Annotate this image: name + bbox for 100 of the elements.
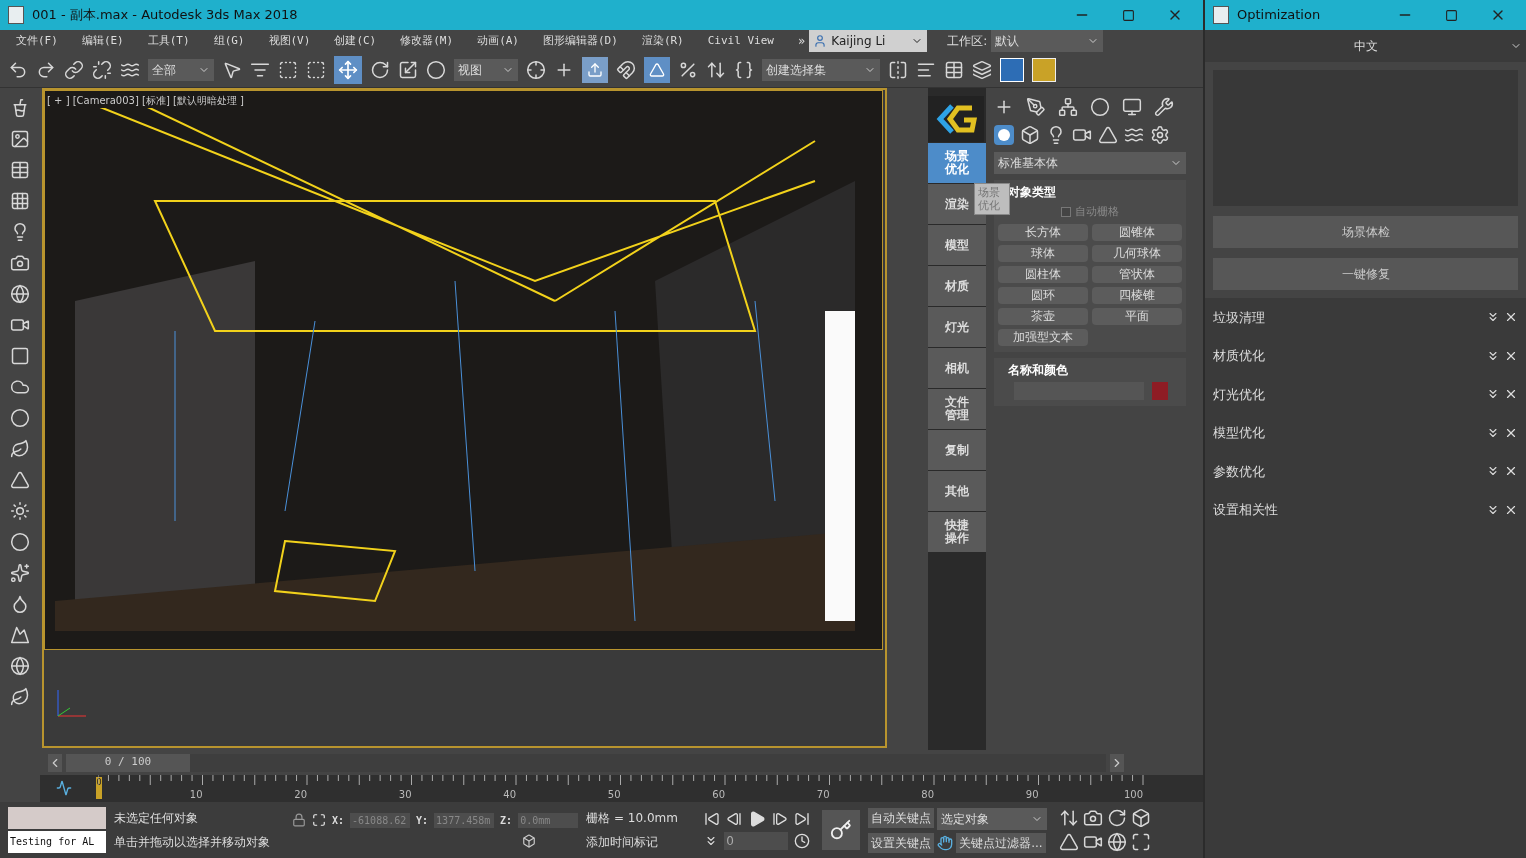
rotate-icon[interactable] (370, 59, 390, 80)
primitive-button[interactable]: 球体 (998, 244, 1088, 262)
viewport-label[interactable]: [ + ] [Camera003] [标准] [默认明暗处理 ] (47, 93, 244, 108)
menu-item[interactable]: 动画(A) (477, 32, 519, 50)
go-to-start-icon[interactable] (704, 811, 721, 827)
table-icon[interactable] (10, 160, 30, 180)
maximize-icon[interactable] (1122, 8, 1135, 22)
utilities-icon[interactable] (1154, 97, 1174, 117)
previous-key-icon[interactable] (726, 811, 743, 827)
section-header[interactable]: 材质优化 (1205, 336, 1526, 375)
named-selection-dropdown[interactable]: 创建选择集 (762, 58, 880, 81)
section-header[interactable]: 灯光优化 (1205, 375, 1526, 414)
section-header[interactable]: 模型优化 (1205, 413, 1526, 452)
plugin-tab[interactable]: 相机 (928, 348, 986, 388)
systems-icon[interactable] (1150, 125, 1170, 145)
add-time-tag-link[interactable]: 添加时间标记 (586, 833, 697, 851)
menu-item[interactable]: 工具(T) (147, 32, 190, 50)
square-icon[interactable] (10, 346, 30, 366)
leaf-icon[interactable] (10, 439, 30, 459)
autogrid-checkbox[interactable] (1061, 207, 1071, 218)
picture-icon[interactable] (10, 129, 30, 149)
menu-item[interactable]: 文件(F) (16, 32, 58, 50)
language-dropdown[interactable]: 中文 (1205, 30, 1526, 62)
viewport-frame[interactable]: [ + ] [Camera003] [标准] [默认明暗处理 ] (42, 88, 887, 748)
plugin-tab[interactable]: 复制 (928, 430, 986, 470)
next-key-icon[interactable] (772, 811, 789, 827)
mountain-icon[interactable] (10, 625, 30, 645)
time-config-icon[interactable] (794, 833, 811, 849)
shapes-icon[interactable] (1020, 125, 1040, 145)
time-slider-track[interactable]: 0 / 100 (66, 753, 1106, 772)
menu-item[interactable]: 组(G) (213, 32, 245, 50)
rollout-title[interactable]: 名称和颜色 (998, 357, 1182, 382)
play-icon[interactable] (748, 810, 767, 828)
key-filters-button[interactable]: 关键点过滤器... (956, 832, 1046, 853)
section-header[interactable]: 垃圾清理 (1205, 298, 1526, 337)
category-dropdown[interactable]: 标准基本体 (994, 152, 1186, 174)
fp-logo-icon[interactable] (1032, 57, 1056, 82)
space-warps-icon[interactable] (1124, 125, 1144, 145)
plugin-tab[interactable]: 灯光 (928, 307, 986, 347)
pivot-icon[interactable] (526, 59, 546, 80)
drop-icon[interactable] (10, 594, 30, 614)
key-target-dropdown[interactable]: 选定对象 (937, 807, 1048, 830)
maxscript-field[interactable]: Testing for AL (8, 831, 106, 853)
hierarchy-icon[interactable] (1058, 97, 1078, 117)
section-header[interactable]: 设置相关性 (1205, 490, 1526, 529)
camera-icon[interactable] (1083, 808, 1104, 828)
rotate-view-icon[interactable] (1107, 808, 1128, 828)
geometry-icon[interactable] (994, 125, 1014, 145)
plugin-tab[interactable]: 其他 (928, 471, 986, 511)
primitive-button[interactable]: 圆柱体 (998, 265, 1088, 283)
primitive-button[interactable]: 管状体 (1092, 265, 1182, 283)
display-icon[interactable] (1122, 97, 1142, 117)
rc-logo-icon[interactable] (1000, 57, 1024, 82)
selection-filter-dropdown[interactable]: 全部 (148, 58, 214, 81)
sun-icon[interactable] (10, 501, 30, 521)
key-filter-icon[interactable] (937, 834, 954, 851)
reference-coordinate-dropdown[interactable]: 视图 (454, 58, 518, 81)
primitive-button[interactable]: 茶壶 (998, 307, 1088, 325)
unlink-icon[interactable] (92, 59, 112, 80)
primitive-button[interactable]: 平面 (1092, 307, 1182, 325)
lock-icon[interactable] (292, 813, 306, 827)
time-slider-thumb[interactable]: 0 / 100 (66, 753, 190, 772)
scale-icon[interactable] (398, 59, 418, 80)
auto-key-button[interactable]: 自动关键点 (868, 807, 935, 828)
primitive-button[interactable]: 几何球体 (1092, 244, 1182, 262)
plant-icon[interactable] (10, 687, 30, 707)
cube-icon[interactable] (522, 833, 536, 848)
set-key-big-button[interactable] (822, 810, 861, 850)
primitive-button[interactable]: 圆环 (998, 286, 1088, 304)
listener-output-field[interactable] (8, 807, 106, 829)
set-key-button[interactable]: 设置关键点 (868, 832, 935, 853)
curve-editor-icon[interactable] (56, 780, 72, 796)
next-frame-icon[interactable] (1110, 753, 1124, 772)
plugin-tab[interactable]: 场景优化 (928, 143, 986, 183)
color-swatch[interactable] (1152, 381, 1168, 400)
link-icon[interactable] (64, 59, 84, 80)
camera-icon[interactable] (10, 253, 30, 273)
user-dropdown[interactable]: Kaijing Li (809, 30, 928, 52)
frame-field[interactable]: 0 (724, 832, 789, 850)
maximize-viewport-icon[interactable] (1131, 832, 1152, 852)
previous-frame-icon[interactable] (48, 753, 62, 772)
primitive-button[interactable]: 圆锥体 (1092, 223, 1182, 241)
primitive-button[interactable]: 加强型文本 (998, 328, 1088, 346)
plugin-tab[interactable]: 文件管理 (928, 389, 986, 429)
grid-icon[interactable] (10, 191, 30, 211)
menu-item[interactable]: Civil View (707, 32, 774, 50)
mirror-icon[interactable] (888, 59, 908, 80)
maximize-icon[interactable] (1445, 8, 1458, 22)
action-button[interactable]: 一键修复 (1213, 258, 1518, 290)
overflow-menu[interactable]: » (798, 32, 806, 50)
action-button[interactable]: 场景体检 (1213, 216, 1518, 248)
snap-icon[interactable] (616, 59, 636, 80)
planet-icon[interactable] (10, 656, 30, 676)
scene-explorer-icon[interactable] (944, 59, 964, 80)
menu-item[interactable]: 渲染(R) (641, 32, 684, 50)
circle-icon[interactable] (10, 408, 30, 428)
primitive-button[interactable]: 长方体 (998, 223, 1088, 241)
menu-item[interactable]: 编辑(E) (81, 32, 124, 50)
plugin-tab[interactable]: 材质 (928, 266, 986, 306)
cone-icon[interactable] (10, 470, 30, 490)
